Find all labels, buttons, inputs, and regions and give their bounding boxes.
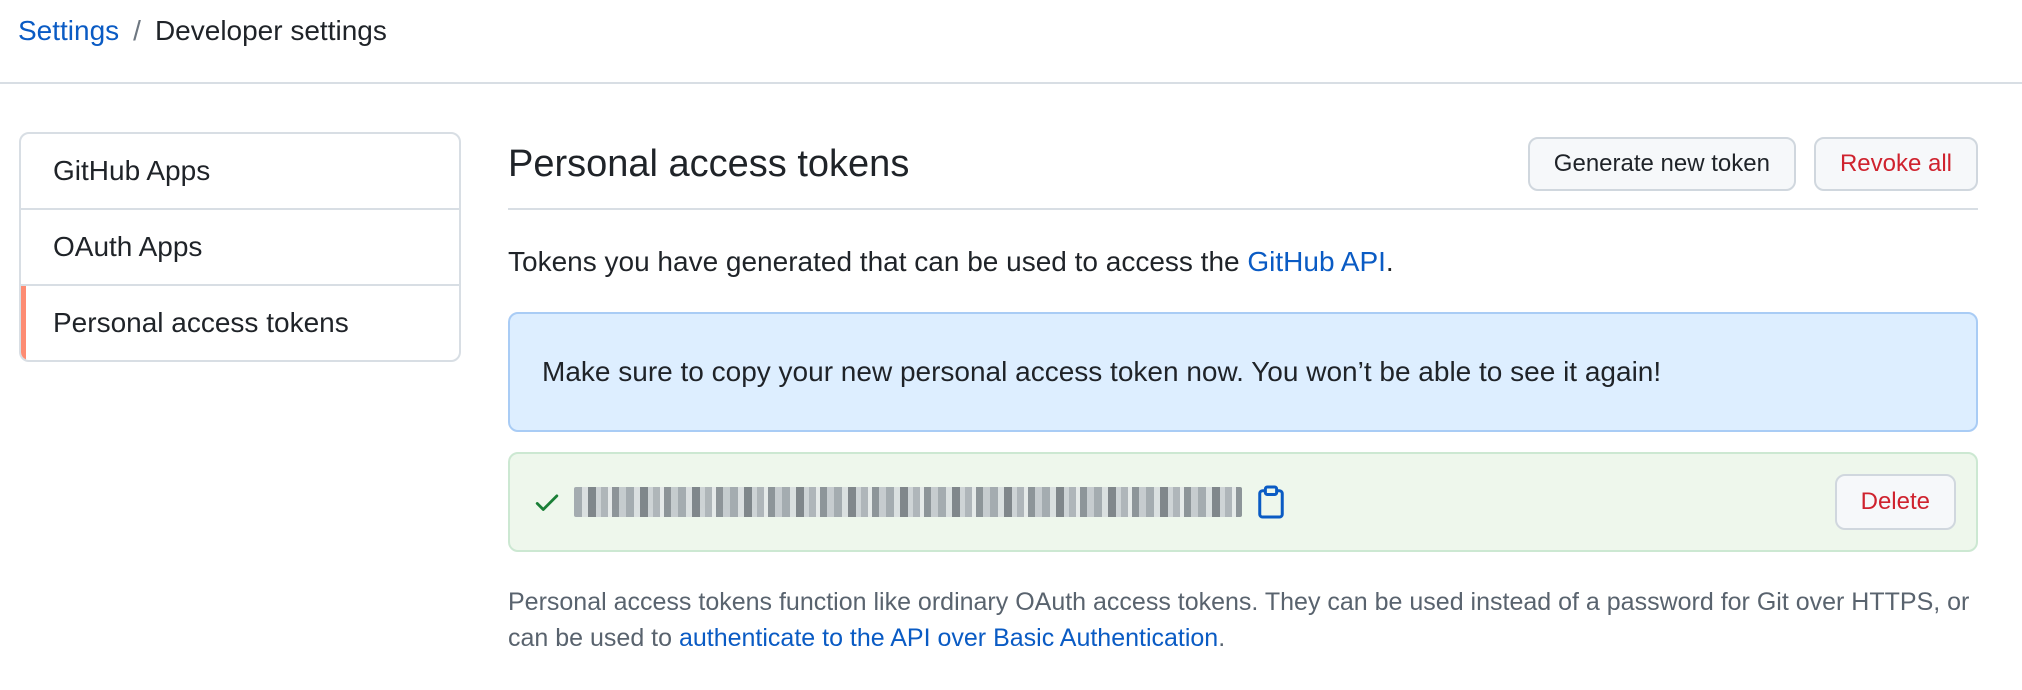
basic-auth-link[interactable]: authenticate to the API over Basic Authe… bbox=[679, 624, 1218, 652]
page: Settings / Developer settings GitHub App… bbox=[0, 0, 2022, 690]
flash-message: Make sure to copy your new personal acce… bbox=[508, 312, 1978, 432]
breadcrumb: Settings / Developer settings bbox=[18, 14, 387, 48]
flash-message-text: Make sure to copy your new personal acce… bbox=[542, 356, 1662, 387]
header-divider bbox=[0, 82, 2022, 84]
check-icon bbox=[535, 494, 559, 511]
token-value[interactable]: ghp_redacted_token_value bbox=[574, 487, 1242, 517]
intro-text-body: Tokens you have generated that can be us… bbox=[508, 246, 1248, 277]
footer-note-end: . bbox=[1218, 624, 1226, 652]
token-display: ghp_redacted_token_value bbox=[532, 485, 1286, 519]
generate-new-token-button[interactable]: Generate new token bbox=[1527, 137, 1796, 191]
footer-note: Personal access tokens function like ord… bbox=[508, 584, 1978, 656]
sidebar-item-label: OAuth Apps bbox=[53, 231, 203, 262]
breadcrumb-separator: / bbox=[133, 15, 141, 46]
breadcrumb-current: Developer settings bbox=[154, 15, 387, 46]
intro-text-end: . bbox=[1385, 246, 1394, 277]
github-api-link[interactable]: GitHub API bbox=[1247, 246, 1386, 277]
sidebar-item-oauth-apps[interactable]: OAuth Apps bbox=[21, 208, 459, 284]
sidebar-item-label: GitHub Apps bbox=[53, 155, 211, 186]
intro-text: Tokens you have generated that can be us… bbox=[508, 246, 1978, 278]
clipboard-icon[interactable] bbox=[1256, 485, 1286, 519]
main-content: Personal access tokens Generate new toke… bbox=[508, 132, 1978, 681]
header-actions: Generate new token Revoke all bbox=[1527, 137, 1978, 191]
sidebar-item-personal-access-tokens[interactable]: Personal access tokens bbox=[21, 284, 459, 360]
token-row: ghp_redacted_token_value Delete bbox=[508, 452, 1978, 552]
page-title: Personal access tokens bbox=[508, 142, 910, 185]
breadcrumb-settings-link[interactable]: Settings bbox=[18, 14, 119, 48]
sidebar-item-label: Personal access tokens bbox=[53, 307, 349, 338]
revoke-all-button[interactable]: Revoke all bbox=[1813, 137, 1978, 191]
sidebar-item-github-apps[interactable]: GitHub Apps bbox=[21, 134, 459, 208]
main-header: Personal access tokens Generate new toke… bbox=[508, 132, 1978, 210]
sidebar: GitHub Apps OAuth Apps Personal access t… bbox=[19, 132, 461, 362]
delete-token-button[interactable]: Delete bbox=[1834, 474, 1956, 530]
